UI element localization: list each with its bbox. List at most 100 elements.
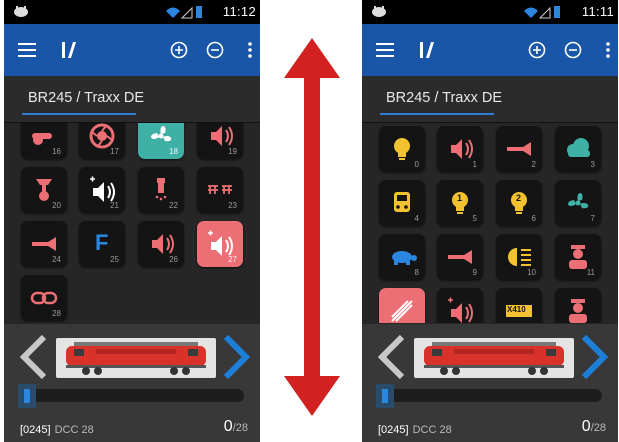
function-button-21[interactable]: 21 xyxy=(79,167,125,213)
locomotive-tab-bar: BR245 / Traxx DE xyxy=(4,76,260,123)
current-speed: 0 xyxy=(581,418,591,435)
function-button-28[interactable]: 28 xyxy=(21,275,67,321)
function-grid: 16 17 18 19 20 21 22 23 24 F 25 26 27 28 xyxy=(4,123,260,323)
function-button-19[interactable]: 19 xyxy=(197,123,243,159)
speed-readout: 0/28 xyxy=(224,418,248,436)
speaker-plus-icon xyxy=(448,297,473,323)
function-number: 1 xyxy=(472,160,477,169)
function-number: 5 xyxy=(472,214,477,223)
function-button-27[interactable]: 27 xyxy=(197,221,243,267)
app-logo-icon xyxy=(412,24,442,76)
function-button-extra-15[interactable] xyxy=(555,288,601,323)
status-bar: 11:12 xyxy=(4,0,260,24)
function-button-7[interactable]: 7 xyxy=(555,180,601,226)
conductor-icon xyxy=(569,299,587,323)
function-button-5[interactable]: 15 xyxy=(437,180,483,226)
function-number: 8 xyxy=(414,268,419,277)
tab-indicator xyxy=(22,113,136,115)
action-bar xyxy=(4,24,260,76)
function-number: 26 xyxy=(169,255,178,264)
zoom-in-button[interactable] xyxy=(522,24,552,76)
function-button-4[interactable]: 4 xyxy=(379,180,425,226)
max-speed-steps: /28 xyxy=(590,422,606,434)
function-number: 10 xyxy=(527,268,536,277)
zoom-in-button[interactable] xyxy=(164,24,194,76)
function-button-0[interactable]: 0 xyxy=(379,126,425,172)
locomotive-image xyxy=(56,338,216,378)
function-button-extra-14[interactable]: X410 xyxy=(496,288,542,323)
speed-readout: 0/28 xyxy=(582,418,606,436)
locomotive-image xyxy=(414,338,574,378)
function-button-25[interactable]: F 25 xyxy=(79,221,125,267)
function-button-9[interactable]: 9 xyxy=(437,234,483,280)
tab-indicator xyxy=(380,113,494,115)
function-number: 7 xyxy=(590,214,595,223)
locomotive-address: [0245] xyxy=(378,424,409,436)
speed-slider-thumb[interactable] xyxy=(376,384,394,408)
function-button-3[interactable]: 3 xyxy=(555,126,601,172)
function-button-extra-12[interactable] xyxy=(379,288,425,323)
function-button-16[interactable]: 16 xyxy=(21,123,67,159)
slider-thumb-grip xyxy=(24,389,30,403)
function-button-18[interactable]: 18 xyxy=(138,123,184,159)
function-number: 28 xyxy=(52,309,61,318)
speed-slider-track[interactable] xyxy=(20,389,244,402)
zoom-out-button[interactable] xyxy=(200,24,230,76)
locomotive-name-tab[interactable]: BR245 / Traxx DE xyxy=(386,90,502,106)
app-logo-icon xyxy=(54,24,84,76)
menu-icon[interactable] xyxy=(370,24,400,76)
direction-left-arrow-icon[interactable] xyxy=(18,334,48,380)
function-glyph-text: 1 xyxy=(457,193,463,203)
function-button-11[interactable]: 11 xyxy=(555,234,601,280)
direction-right-arrow-icon[interactable] xyxy=(222,334,252,380)
function-button-extra-13[interactable] xyxy=(437,288,483,323)
function-number: 4 xyxy=(414,214,419,223)
slider-thumb-grip xyxy=(382,389,388,403)
zoom-out-button[interactable] xyxy=(558,24,588,76)
overflow-menu-icon[interactable] xyxy=(242,24,258,76)
function-button-26[interactable]: 26 xyxy=(138,221,184,267)
direction-right-arrow-icon[interactable] xyxy=(580,334,610,380)
locomotive-name-tab[interactable]: BR245 / Traxx DE xyxy=(28,90,144,106)
function-number: 0 xyxy=(414,160,419,169)
function-number: 3 xyxy=(590,160,595,169)
function-number: 16 xyxy=(52,147,61,156)
function-glyph-text: X410 xyxy=(507,305,526,314)
function-button-17[interactable]: 17 xyxy=(79,123,125,159)
function-button-24[interactable]: 24 xyxy=(21,221,67,267)
clock-time: 11:11 xyxy=(581,4,614,19)
function-number: 19 xyxy=(228,147,237,156)
function-button-6[interactable]: 26 xyxy=(496,180,542,226)
function-grid: 0 1 2 3 4 1 5 2 6 7 8 9 10 11 X410 xyxy=(362,123,618,323)
function-button-2[interactable]: 2 xyxy=(496,126,542,172)
function-number: 17 xyxy=(110,147,119,156)
address-info: [0245] DCC 28 xyxy=(20,424,94,436)
function-button-20[interactable]: 20 xyxy=(21,167,67,213)
function-button-22[interactable]: 22 xyxy=(138,167,184,213)
phone-screen-left: 11:12 BR245 / Traxx DE 16 17 18 19 20 21 22 23 24 F… xyxy=(4,0,260,442)
clock-time: 11:12 xyxy=(222,4,256,19)
direction-left-arrow-icon[interactable] xyxy=(376,334,406,380)
function-button-23[interactable]: 23 xyxy=(197,167,243,213)
function-button-1[interactable]: 1 xyxy=(437,126,483,172)
function-button-8[interactable]: 8 xyxy=(379,234,425,280)
notification-app-icon xyxy=(371,5,387,20)
speed-slider-thumb[interactable] xyxy=(18,384,36,408)
menu-icon[interactable] xyxy=(12,24,42,76)
max-speed-steps: /28 xyxy=(232,422,248,434)
function-number: 24 xyxy=(52,255,61,264)
address-info: [0245] DCC 28 xyxy=(378,424,452,436)
wifi-signal-battery-icon xyxy=(164,5,204,22)
function-number: 20 xyxy=(52,201,61,210)
function-number: 11 xyxy=(586,268,595,277)
function-glyph-text: 2 xyxy=(516,193,522,203)
function-number: 27 xyxy=(228,255,237,264)
function-number: 2 xyxy=(531,160,536,169)
protocol-label: DCC 28 xyxy=(412,424,452,436)
status-bar: 11:11 xyxy=(362,0,618,24)
function-button-10[interactable]: 10 xyxy=(496,234,542,280)
speed-slider-track[interactable] xyxy=(378,389,602,402)
locomotive-tab-bar: BR245 / Traxx DE xyxy=(362,76,618,123)
overflow-menu-icon[interactable] xyxy=(600,24,616,76)
notification-app-icon xyxy=(13,5,29,20)
